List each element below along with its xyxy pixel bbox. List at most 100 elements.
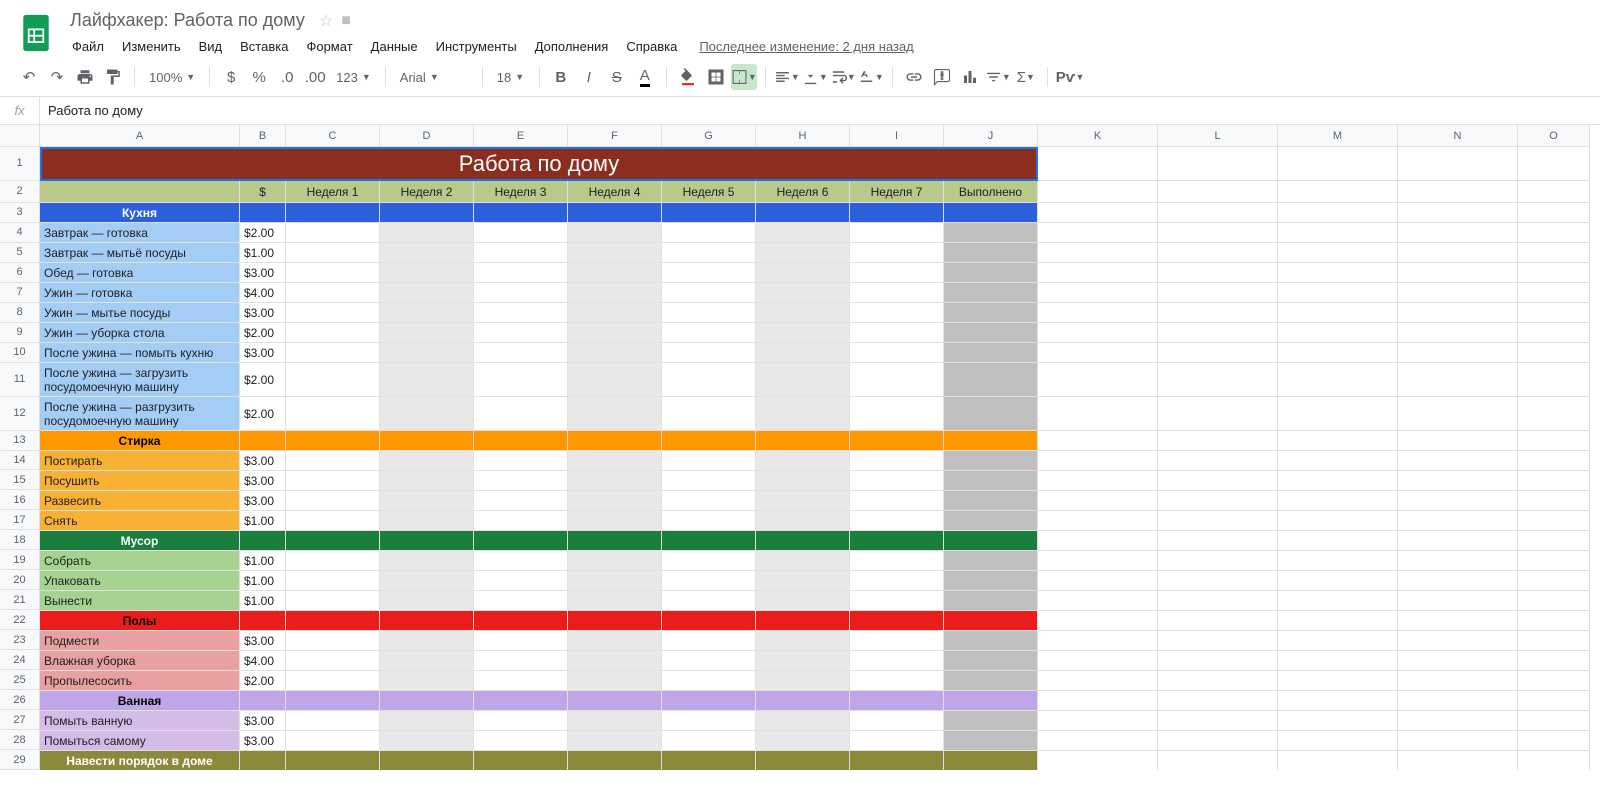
cell[interactable] xyxy=(474,363,568,397)
cell[interactable] xyxy=(568,363,662,397)
row-header-17[interactable]: 17 xyxy=(0,510,40,530)
cell[interactable] xyxy=(568,263,662,283)
cell[interactable] xyxy=(474,671,568,691)
task-price[interactable]: $3.00 xyxy=(240,491,286,511)
cell[interactable] xyxy=(756,751,850,770)
cell[interactable] xyxy=(850,631,944,651)
cell[interactable] xyxy=(662,731,756,751)
cell[interactable] xyxy=(1158,731,1278,751)
cell[interactable] xyxy=(568,431,662,451)
cell[interactable] xyxy=(474,471,568,491)
cell[interactable] xyxy=(1038,303,1158,323)
week-header[interactable]: Неделя 3 xyxy=(474,181,568,203)
cell[interactable] xyxy=(286,731,380,751)
row-header-23[interactable]: 23 xyxy=(0,630,40,650)
cell[interactable] xyxy=(662,303,756,323)
cell[interactable] xyxy=(662,611,756,631)
task-price[interactable]: $2.00 xyxy=(240,363,286,397)
cell[interactable] xyxy=(474,451,568,471)
cell[interactable] xyxy=(286,363,380,397)
cell[interactable] xyxy=(944,511,1038,531)
cell[interactable] xyxy=(1158,397,1278,431)
cell[interactable] xyxy=(1278,671,1398,691)
cell[interactable] xyxy=(1038,731,1158,751)
cell[interactable] xyxy=(1158,203,1278,223)
cell[interactable] xyxy=(662,431,756,451)
doc-title[interactable]: Лайфхакер: Работа по дому xyxy=(64,8,311,33)
cell[interactable] xyxy=(286,711,380,731)
cell[interactable] xyxy=(756,551,850,571)
cell[interactable] xyxy=(474,551,568,571)
cell[interactable] xyxy=(380,651,474,671)
cell[interactable] xyxy=(1398,323,1518,343)
cell[interactable] xyxy=(944,711,1038,731)
text-color-button[interactable]: A xyxy=(632,64,658,90)
col-header-D[interactable]: D xyxy=(380,125,474,147)
cell[interactable] xyxy=(1278,751,1398,770)
row-header-18[interactable]: 18 xyxy=(0,530,40,550)
cell[interactable] xyxy=(850,511,944,531)
cell[interactable] xyxy=(474,223,568,243)
cell[interactable] xyxy=(1278,343,1398,363)
cell[interactable] xyxy=(1158,283,1278,303)
cell[interactable] xyxy=(380,671,474,691)
cell[interactable] xyxy=(1158,343,1278,363)
percent-button[interactable]: % xyxy=(246,64,272,90)
comment-button[interactable]: + xyxy=(929,64,955,90)
week-header[interactable]: Неделя 4 xyxy=(568,181,662,203)
cell[interactable] xyxy=(1518,181,1590,203)
cell[interactable] xyxy=(1398,711,1518,731)
cell[interactable] xyxy=(850,397,944,431)
cell[interactable] xyxy=(380,243,474,263)
cell[interactable] xyxy=(474,691,568,711)
cell[interactable] xyxy=(1158,571,1278,591)
col-header-B[interactable]: B xyxy=(240,125,286,147)
cell[interactable] xyxy=(1278,431,1398,451)
col-header-O[interactable]: O xyxy=(1518,125,1590,147)
cell[interactable] xyxy=(662,551,756,571)
cell[interactable] xyxy=(1398,591,1518,611)
cell[interactable] xyxy=(850,611,944,631)
task-name[interactable]: Собрать xyxy=(40,551,240,571)
cell[interactable] xyxy=(662,671,756,691)
task-name[interactable]: После ужина — помыть кухню xyxy=(40,343,240,363)
cell[interactable] xyxy=(850,263,944,283)
cell[interactable] xyxy=(1038,691,1158,711)
cell[interactable] xyxy=(1518,491,1590,511)
task-price[interactable]: $3.00 xyxy=(240,731,286,751)
cell[interactable] xyxy=(1038,491,1158,511)
cell[interactable] xyxy=(850,243,944,263)
cell[interactable] xyxy=(380,363,474,397)
text-rotation-button[interactable]: ▼ xyxy=(858,64,884,90)
star-icon[interactable]: ☆ xyxy=(319,11,333,31)
cell[interactable] xyxy=(1398,611,1518,631)
cell[interactable] xyxy=(380,203,474,223)
cell[interactable] xyxy=(240,691,286,711)
cell[interactable] xyxy=(944,283,1038,303)
cell[interactable] xyxy=(1398,691,1518,711)
cell[interactable] xyxy=(944,397,1038,431)
cell[interactable] xyxy=(1278,363,1398,397)
cell[interactable] xyxy=(662,711,756,731)
task-name[interactable]: Завтрак — мытьё посуды xyxy=(40,243,240,263)
cell[interactable] xyxy=(1038,611,1158,631)
cell[interactable] xyxy=(850,471,944,491)
cell[interactable] xyxy=(1518,691,1590,711)
cell[interactable] xyxy=(944,731,1038,751)
cell[interactable] xyxy=(944,471,1038,491)
cell[interactable] xyxy=(850,551,944,571)
row-header-3[interactable]: 3 xyxy=(0,203,40,223)
increase-decimal-button[interactable]: .00 xyxy=(302,64,328,90)
cell[interactable] xyxy=(1158,303,1278,323)
row-header-15[interactable]: 15 xyxy=(0,470,40,490)
cell[interactable] xyxy=(850,751,944,770)
cell[interactable] xyxy=(1038,671,1158,691)
cell[interactable] xyxy=(1038,451,1158,471)
cell[interactable] xyxy=(1278,651,1398,671)
col-header-L[interactable]: L xyxy=(1158,125,1278,147)
task-price[interactable]: $4.00 xyxy=(240,283,286,303)
cell[interactable] xyxy=(1398,397,1518,431)
cell[interactable] xyxy=(1158,243,1278,263)
cell[interactable] xyxy=(474,397,568,431)
cell[interactable] xyxy=(1158,491,1278,511)
